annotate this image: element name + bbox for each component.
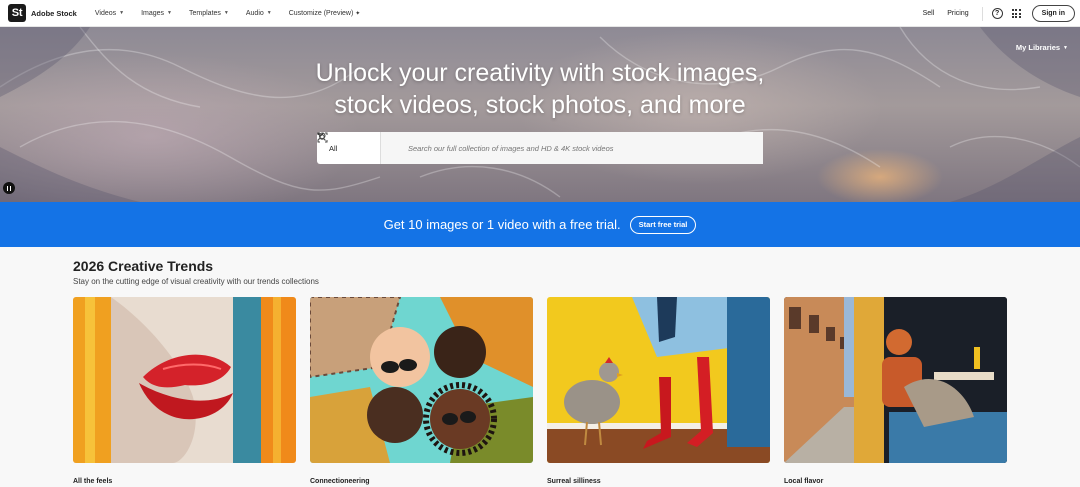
brand-name: Adobe Stock: [31, 8, 77, 18]
search-input[interactable]: [381, 132, 763, 164]
trend-card-all-the-feels[interactable]: [73, 297, 296, 463]
chicken-boots-image: [547, 297, 770, 463]
hero-banner: My Libraries ▼ Unlock your creativity wit…: [0, 27, 1080, 202]
search-bar: All: [317, 132, 763, 164]
section-subtitle: Stay on the cutting edge of visual creat…: [73, 277, 319, 286]
nav-item-images[interactable]: Images ▼: [141, 10, 172, 17]
lips-image: [73, 297, 296, 463]
nav-item-templates[interactable]: Templates ▼: [189, 10, 229, 17]
my-libraries-button[interactable]: My Libraries ▼: [1016, 43, 1068, 52]
free-trial-banner: Get 10 images or 1 video with a free tri…: [0, 202, 1080, 247]
trend-card-surreal-silliness[interactable]: [547, 297, 770, 463]
divider: [981, 6, 983, 21]
chevron-down-icon: ▼: [1063, 44, 1068, 51]
my-libraries-label: My Libraries: [1015, 43, 1061, 52]
search-scope-value: All: [329, 143, 338, 153]
chevron-down-icon: ▼: [223, 10, 229, 16]
hero-title-line-1: Unlock your creativity with stock images…: [315, 59, 765, 87]
chevron-down-icon: ▼: [167, 10, 172, 16]
top-nav: St Adobe Stock Videos ▼ Images ▼ Templates…: [0, 0, 1080, 27]
nav-menu: Videos ▼ Images ▼ Templates ▼ Audio ▼ Custom…: [95, 10, 377, 17]
sell-link[interactable]: Sell: [923, 10, 935, 17]
trend-card-label[interactable]: All the feels: [73, 478, 112, 485]
section-title: 2026 Creative Trends: [73, 258, 214, 274]
pause-video-button[interactable]: [3, 182, 15, 194]
chevron-down-icon: ▼: [119, 10, 125, 16]
nav-item-audio[interactable]: Audio ▼: [246, 10, 272, 17]
free-trial-text: Get 10 images or 1 video with a free tri…: [383, 217, 621, 232]
nav-right: Sell Pricing ? Sign in: [923, 0, 1080, 27]
apps-grid-icon[interactable]: [1011, 9, 1021, 18]
nav-item-videos[interactable]: Videos ▼: [95, 10, 124, 17]
street-window-image: [784, 297, 1007, 463]
nav-item-customize[interactable]: Customize (Preview) ✦: [289, 10, 361, 17]
sign-in-button[interactable]: Sign in: [1031, 5, 1075, 22]
nav-item-label: Templates: [189, 9, 221, 17]
adobe-stock-logo-icon: St: [8, 4, 26, 22]
help-icon[interactable]: ?: [991, 8, 1003, 19]
trend-card-label[interactable]: Surreal silliness: [547, 478, 601, 485]
nav-item-label: Audio: [245, 9, 264, 17]
nav-item-label: Customize (Preview): [288, 9, 354, 17]
start-free-trial-button[interactable]: Start free trial: [629, 215, 697, 234]
trend-card-label[interactable]: Local flavor: [784, 478, 823, 485]
nav-item-label: Images: [141, 9, 165, 17]
visual-search-icon[interactable]: [317, 132, 328, 143]
sparkle-icon: ✦: [355, 10, 361, 17]
adobe-stock-logo[interactable]: St Adobe Stock: [8, 4, 77, 22]
friends-illustration-image: [310, 297, 533, 463]
trend-card-label[interactable]: Connectioneering: [310, 478, 370, 485]
trend-card-local-flavor[interactable]: [784, 297, 1007, 463]
trend-card-connectioneering[interactable]: [310, 297, 533, 463]
nav-item-label: Videos: [94, 9, 117, 17]
hero-title-line-2: stock videos, stock photos, and more: [334, 91, 746, 119]
pricing-link[interactable]: Pricing: [947, 10, 968, 17]
chevron-down-icon: ▼: [266, 10, 272, 16]
hero-title: Unlock your creativity with stock images…: [0, 57, 1080, 121]
